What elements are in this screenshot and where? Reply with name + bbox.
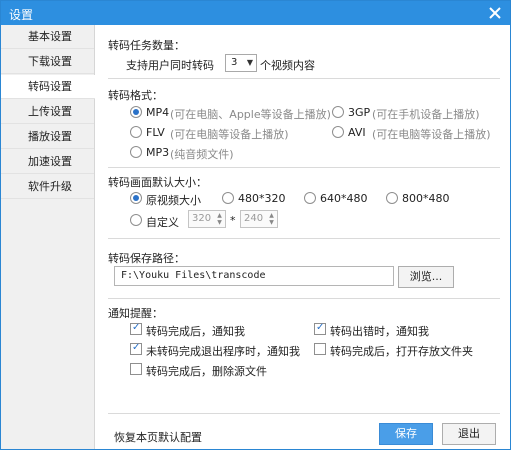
size-custom-radio[interactable] <box>130 214 142 226</box>
stepper-down-icon[interactable]: ▼ <box>267 219 276 226</box>
format-3gp-radio[interactable] <box>332 106 344 118</box>
sidebar-item-upgrade[interactable]: 软件升级 <box>1 175 94 199</box>
task-count-suffix: 个视频内容 <box>260 59 315 72</box>
divider <box>108 78 500 79</box>
notify-done-checkbox[interactable] <box>130 322 142 335</box>
size-640-label: 640*480 <box>320 192 368 205</box>
footer-divider <box>108 413 500 414</box>
format-flv-radio[interactable] <box>130 126 142 138</box>
format-mp3-radio[interactable] <box>130 146 142 158</box>
task-count-value: 3 <box>231 57 238 68</box>
size-800-radio[interactable] <box>386 192 398 204</box>
format-mp3-desc: (纯音频文件) <box>170 148 234 161</box>
browse-button[interactable]: 浏览... <box>398 266 454 288</box>
format-3gp-label: 3GP <box>348 106 371 119</box>
format-avi-desc: (可在电脑等设备上播放) <box>372 128 491 141</box>
sidebar-item-playback[interactable]: 播放设置 <box>1 125 94 149</box>
size-480-label: 480*320 <box>238 192 286 205</box>
custom-height-stepper[interactable]: 240 ▲ ▼ <box>240 210 278 228</box>
chevron-down-icon: ▼ <box>246 58 253 67</box>
divider <box>108 238 500 239</box>
format-title: 转码格式： <box>108 89 163 102</box>
sidebar-item-transcode[interactable]: 转码设置 <box>1 75 95 99</box>
sidebar-item-basic[interactable]: 基本设置 <box>1 25 94 49</box>
close-button[interactable] <box>484 2 506 24</box>
format-flv-desc: (可在电脑等设备上播放) <box>170 128 289 141</box>
notify-done-label: 转码完成后，通知我 <box>146 325 245 338</box>
format-mp4-label: MP4 <box>146 106 170 119</box>
stepper-up-icon[interactable]: ▲ <box>267 212 276 219</box>
open-folder-label: 转码完成后，打开存放文件夹 <box>330 345 473 358</box>
size-480-radio[interactable] <box>222 192 234 204</box>
delete-source-checkbox[interactable] <box>130 363 142 375</box>
sidebar-item-download[interactable]: 下载设置 <box>1 50 94 74</box>
sidebar: 基本设置 下载设置 转码设置 上传设置 播放设置 加速设置 软件升级 <box>1 25 95 449</box>
custom-height-value: 240 <box>244 213 264 224</box>
format-mp4-radio[interactable] <box>130 106 142 118</box>
sidebar-item-acceleration[interactable]: 加速设置 <box>1 150 94 174</box>
custom-width-value: 320 <box>192 213 212 224</box>
size-640-radio[interactable] <box>304 192 316 204</box>
window-title: 设置 <box>9 8 34 22</box>
close-icon <box>489 7 501 19</box>
task-count-select[interactable]: 3 ▼ <box>225 54 257 72</box>
size-title: 转码画面默认大小： <box>108 176 207 189</box>
settings-window: 设置 基本设置 下载设置 转码设置 上传设置 播放设置 加速设置 软件升级 转码… <box>0 0 511 450</box>
divider <box>108 298 500 299</box>
divider <box>108 167 500 168</box>
size-original-label: 原视频大小 <box>146 194 201 207</box>
notify-exit-checkbox[interactable] <box>130 342 142 355</box>
title-bar: 设置 <box>1 1 510 25</box>
format-avi-label: AVI <box>348 126 366 139</box>
size-custom-label: 自定义 <box>146 216 179 229</box>
format-mp3-label: MP3 <box>146 146 170 159</box>
stepper-up-icon[interactable]: ▲ <box>215 212 224 219</box>
save-button[interactable]: 保存 <box>379 423 433 445</box>
format-mp4-desc: (可在电脑、Apple等设备上播放) <box>170 108 331 121</box>
task-count-prefix: 支持用户同时转码 <box>126 59 214 72</box>
format-avi-radio[interactable] <box>332 126 344 138</box>
notify-error-label: 转码出错时，通知我 <box>330 325 429 338</box>
notify-error-checkbox[interactable] <box>314 322 326 335</box>
restore-defaults-link[interactable]: 恢复本页默认配置 <box>114 429 202 445</box>
task-count-title: 转码任务数量： <box>108 39 185 52</box>
stepper-down-icon[interactable]: ▼ <box>215 219 224 226</box>
save-path-input[interactable]: F:\Youku Files\transcode <box>114 266 394 286</box>
notify-exit-label: 未转码完成退出程序时，通知我 <box>146 345 300 358</box>
open-folder-checkbox[interactable] <box>314 343 326 355</box>
delete-source-label: 转码完成后，删除源文件 <box>146 365 267 378</box>
sidebar-item-upload[interactable]: 上传设置 <box>1 100 94 124</box>
notify-title: 通知提醒： <box>108 307 163 320</box>
exit-button[interactable]: 退出 <box>442 423 496 445</box>
custom-size-separator: * <box>230 214 236 227</box>
size-800-label: 800*480 <box>402 192 450 205</box>
save-path-title: 转码保存路径： <box>108 252 185 265</box>
size-original-radio[interactable] <box>130 192 142 204</box>
format-3gp-desc: (可在手机设备上播放) <box>372 108 480 121</box>
settings-content: 转码任务数量： 支持用户同时转码 3 ▼ 个视频内容 转码格式： MP4 (可在… <box>96 25 510 449</box>
format-flv-label: FLV <box>146 126 165 139</box>
custom-width-stepper[interactable]: 320 ▲ ▼ <box>188 210 226 228</box>
